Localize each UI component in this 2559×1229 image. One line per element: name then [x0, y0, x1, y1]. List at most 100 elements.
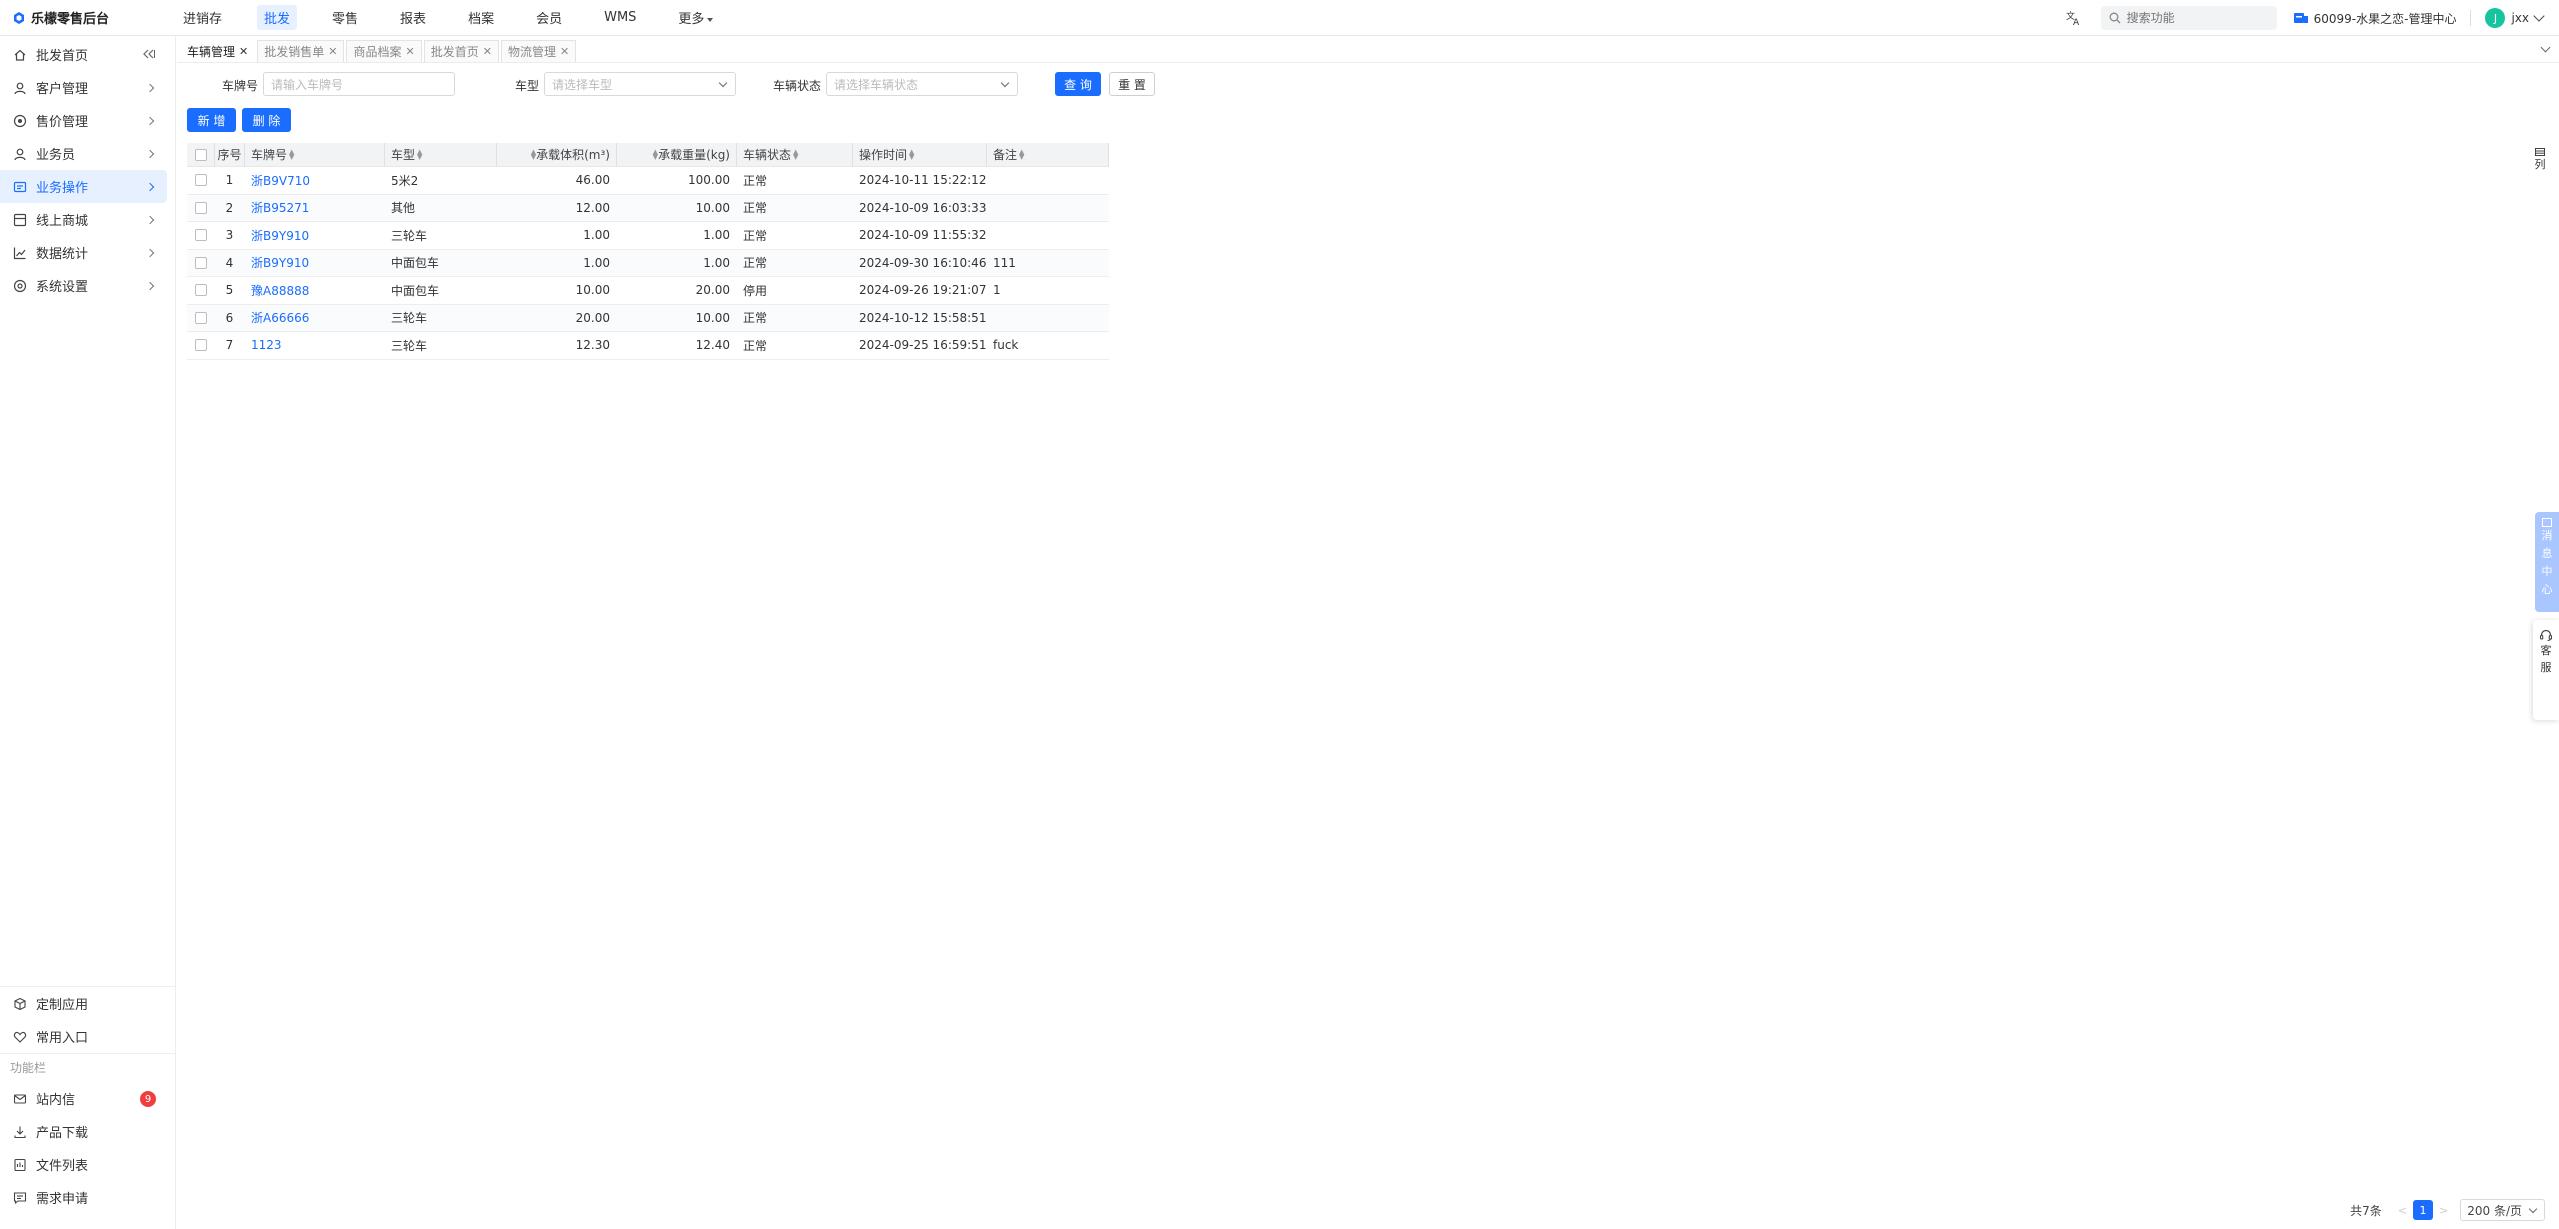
search-box[interactable]	[2100, 6, 2277, 30]
cell-type: 中面包车	[391, 256, 440, 271]
topnav-huiyuan[interactable]: 会员	[529, 5, 569, 30]
row-checkbox[interactable]	[194, 311, 207, 324]
tab-logistics[interactable]: 物流管理 ✕	[500, 40, 577, 62]
plate-input[interactable]: 请输入车牌号	[263, 72, 455, 96]
row-checkbox-cell	[187, 195, 215, 222]
cell-no: 5	[225, 283, 234, 298]
cell-plate-link[interactable]: 浙B9V710	[245, 167, 385, 194]
row-checkbox[interactable]	[194, 284, 207, 297]
cell-plate-link[interactable]: 1123	[245, 332, 385, 359]
row-checkbox[interactable]	[194, 201, 207, 214]
close-icon[interactable]: ✕	[483, 45, 492, 58]
table-row[interactable]: 6 浙A66666 三轮车 20.00 10.00 正常 2024-10-12 …	[187, 304, 1109, 332]
table-row[interactable]: 5 豫A88888 中面包车 10.00 20.00 停用 2024-09-26…	[187, 277, 1109, 305]
sidebar-item-files[interactable]: 文件列表	[0, 1148, 168, 1181]
cell-plate-link[interactable]: 浙B95271	[245, 195, 385, 222]
table-row[interactable]: 7 1123 三轮车 12.30 12.40 正常 2024-09-25 16:…	[187, 332, 1109, 360]
cell-plate-link[interactable]: 浙B9Y910	[245, 250, 385, 277]
topnav-wms[interactable]: WMS	[597, 7, 643, 28]
store-switcher[interactable]: 60099-水果之恋-管理中心	[2293, 10, 2456, 27]
message-center-tab[interactable]: 消 息 中 心	[2535, 512, 2559, 612]
sort-icon[interactable]: ▲ ▼	[1019, 148, 1024, 160]
topnav-more[interactable]: 更多	[671, 5, 720, 30]
sidebar-item-favorites[interactable]: 常用入口	[0, 1020, 168, 1053]
sidebar-item-inbox[interactable]: 站内信 9	[0, 1082, 168, 1115]
cell-plate-link[interactable]: 浙B9Y910	[245, 222, 385, 249]
app-logo[interactable]: 乐檬零售后台	[0, 8, 176, 27]
row-checkbox[interactable]	[194, 256, 207, 269]
sidebar-item-operations[interactable]: 业务操作	[0, 170, 167, 203]
column-header-type[interactable]: 车型 ▲ ▼	[385, 143, 497, 166]
cell-plate-link[interactable]: 浙A66666	[245, 305, 385, 332]
vehicle-table: 序号 车牌号 ▲ ▼ 车型 ▲ ▼ ▲ ▼ 承载体积(m³) ▲ ▼ 承载重量(kg) 车辆状态…	[187, 143, 1109, 360]
column-settings-toggle[interactable]: 列	[2533, 148, 2547, 182]
sidebar-item-salesman[interactable]: 业务员	[0, 137, 167, 170]
column-header-note[interactable]: 备注 ▲ ▼	[987, 143, 1109, 166]
row-checkbox[interactable]	[194, 339, 207, 352]
add-button[interactable]: 新 增	[187, 108, 236, 132]
translate-icon[interactable]: 文A	[2065, 9, 2083, 27]
page-number-current[interactable]: 1	[2413, 1200, 2434, 1220]
sort-icon[interactable]: ▲ ▼	[289, 148, 294, 160]
table-row[interactable]: 2 浙B95271 其他 12.00 10.00 正常 2024-10-09 1…	[187, 194, 1109, 222]
customer-service-tab[interactable]: 客 服	[2533, 620, 2559, 720]
reset-button[interactable]: 重 置	[1109, 72, 1155, 96]
column-header-volume[interactable]: ▲ ▼ 承载体积(m³)	[497, 143, 617, 166]
sidebar-item-statistics[interactable]: 数据统计	[0, 236, 167, 269]
sidebar-item-pricing[interactable]: 售价管理	[0, 104, 167, 137]
cell-no: 7	[225, 338, 234, 353]
tab-wholesale-order[interactable]: 批发销售单 ✕	[257, 40, 345, 62]
tab-wholesale-home[interactable]: 批发首页 ✕	[423, 40, 499, 62]
status-select[interactable]: 请选择车辆状态	[826, 72, 1018, 96]
user-menu[interactable]: J jxx	[2485, 8, 2545, 28]
cell-no: 4	[225, 255, 234, 270]
column-header-status[interactable]: 车辆状态 ▲ ▼	[737, 143, 853, 166]
tab-product-archive[interactable]: 商品档案 ✕	[346, 40, 422, 62]
table-row[interactable]: 3 浙B9Y910 三轮车 1.00 1.00 正常 2024-10-09 11…	[187, 222, 1109, 250]
topnav-jinxiaocun[interactable]: 进销存	[176, 5, 229, 30]
search-input[interactable]	[2126, 11, 2267, 25]
column-header-time[interactable]: 操作时间 ▲ ▼	[853, 143, 987, 166]
chevron-down-icon[interactable]	[2540, 42, 2551, 53]
topnav-lingshou[interactable]: 零售	[325, 5, 365, 30]
prev-page-icon[interactable]: <	[2398, 1204, 2407, 1217]
collapse-sidebar-icon[interactable]	[143, 48, 155, 63]
tab-vehicle-management[interactable]: 车辆管理 ✕	[180, 40, 256, 62]
select-all-checkbox[interactable]	[194, 148, 207, 161]
sidebar-item-requests[interactable]: 需求申请	[0, 1181, 168, 1214]
sidebar-group-label: 功能栏	[10, 1061, 47, 1075]
sidebar-item-online-mall[interactable]: 线上商城	[0, 203, 167, 236]
topnav-baobiao[interactable]: 报表	[393, 5, 433, 30]
column-header-load[interactable]: ▲ ▼ 承载重量(kg)	[617, 143, 737, 166]
sidebar-item-settings[interactable]: 系统设置	[0, 269, 167, 302]
query-button[interactable]: 查 询	[1055, 72, 1101, 96]
close-icon[interactable]: ✕	[405, 45, 414, 58]
column-header-plate[interactable]: 车牌号 ▲ ▼	[245, 143, 385, 166]
row-checkbox[interactable]	[194, 229, 207, 242]
topnav-dangan[interactable]: 档案	[461, 5, 501, 30]
next-page-icon[interactable]: >	[2439, 1204, 2448, 1217]
table-row[interactable]: 4 浙B9Y910 中面包车 1.00 1.00 正常 2024-09-30 1…	[187, 249, 1109, 277]
sidebar-item-customers[interactable]: 客户管理	[0, 71, 167, 104]
cell-load: 1.00	[703, 228, 730, 243]
cell-type: 三轮车	[391, 228, 428, 243]
row-checkbox[interactable]	[194, 174, 207, 187]
cell-plate-link[interactable]: 豫A88888	[245, 277, 385, 304]
type-placeholder: 请选择车型	[552, 77, 613, 92]
page-size-select[interactable]: 200 条/页	[2460, 1199, 2545, 1221]
sidebar-item-custom-app[interactable]: 定制应用	[0, 987, 168, 1020]
gear-icon	[12, 278, 27, 293]
chevron-down-icon	[718, 78, 728, 88]
close-icon[interactable]: ✕	[328, 45, 337, 58]
sort-icon[interactable]: ▲ ▼	[793, 148, 798, 160]
sort-icon[interactable]: ▲ ▼	[909, 148, 914, 160]
table-row[interactable]: 1 浙B9V710 5米2 46.00 100.00 正常 2024-10-11…	[187, 167, 1109, 195]
sort-icon[interactable]: ▲ ▼	[417, 148, 422, 160]
sidebar-item-pifa-home[interactable]: 批发首页	[0, 38, 167, 71]
delete-button[interactable]: 删 除	[242, 108, 291, 132]
close-icon[interactable]: ✕	[560, 45, 569, 58]
close-icon[interactable]: ✕	[239, 45, 248, 58]
type-select[interactable]: 请选择车型	[544, 72, 736, 96]
topnav-pifa[interactable]: 批发	[257, 5, 298, 30]
sidebar-item-downloads[interactable]: 产品下载	[0, 1115, 168, 1148]
